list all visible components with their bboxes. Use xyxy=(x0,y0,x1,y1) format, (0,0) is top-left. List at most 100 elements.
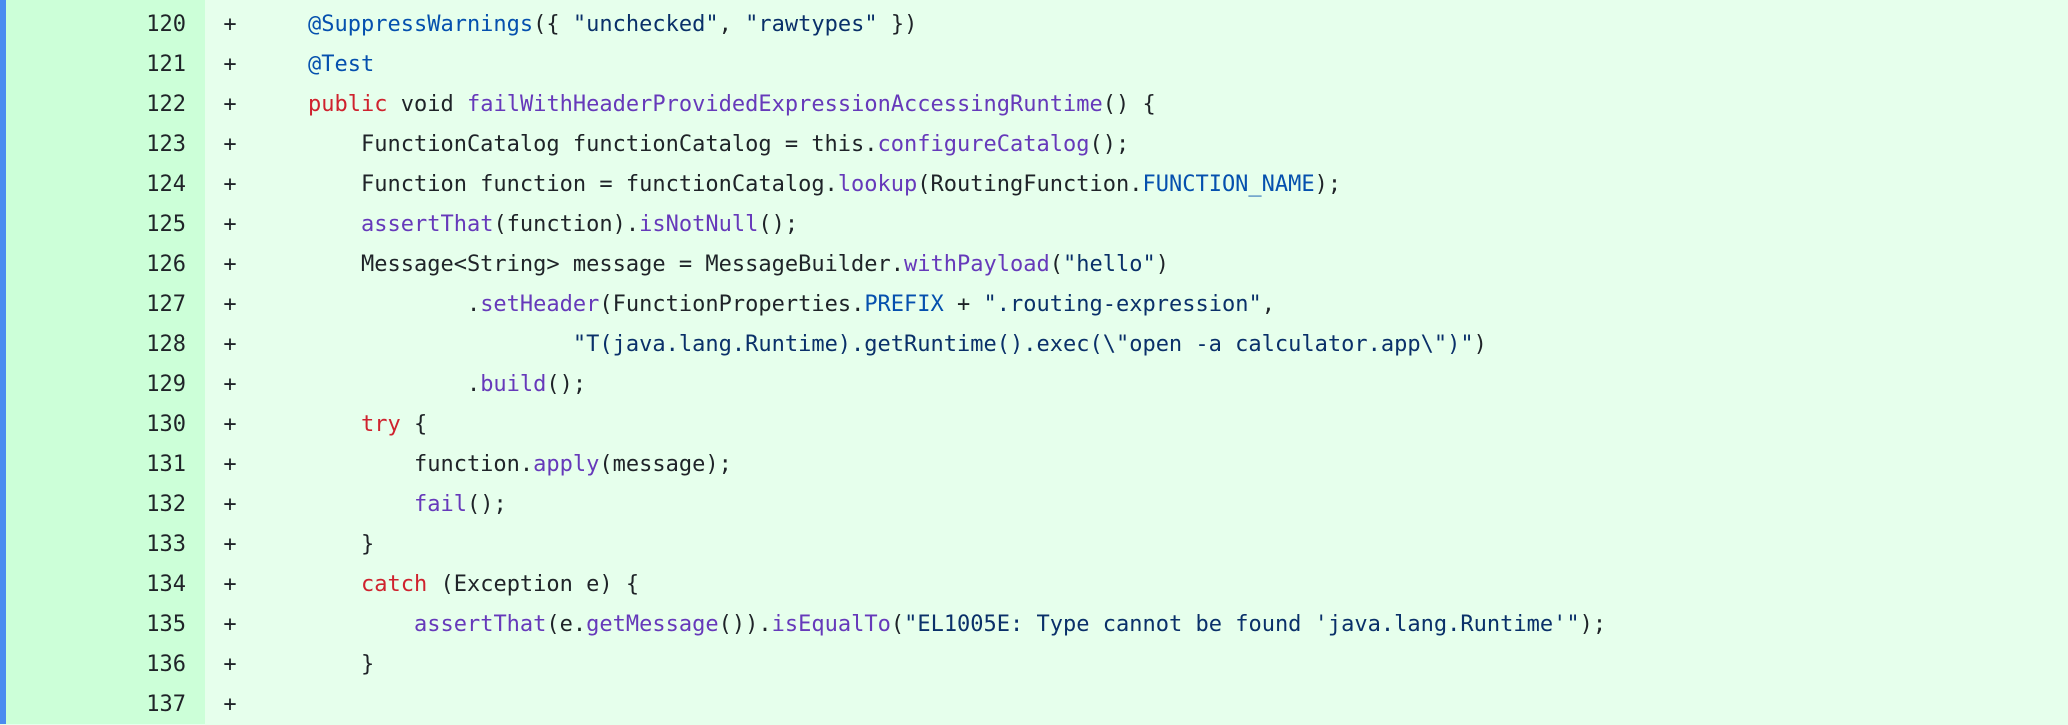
code-token: lookup xyxy=(837,172,918,197)
line-number[interactable]: 131 xyxy=(6,445,186,485)
added-line-marker: + xyxy=(223,612,237,637)
code-content: fail(); xyxy=(308,485,507,525)
code-token: failWithHeaderProvidedExpressionAccessin… xyxy=(466,92,1103,117)
added-line-marker: + xyxy=(223,412,237,437)
code-token: PREFIX xyxy=(864,292,944,317)
code-token: (message); xyxy=(599,452,732,477)
code-token: build xyxy=(480,372,547,397)
line-number[interactable]: 130 xyxy=(6,405,186,445)
line-number[interactable]: 123 xyxy=(6,125,186,165)
line-number[interactable]: 132 xyxy=(6,485,186,525)
code-token: "hello" xyxy=(1062,252,1156,277)
line-number[interactable]: 137 xyxy=(6,685,186,725)
code-token: isNotNull xyxy=(639,212,759,237)
code-token: (RoutingFunction. xyxy=(917,172,1143,197)
line-number[interactable]: 126 xyxy=(6,245,186,285)
code-token: ( xyxy=(1049,252,1063,277)
code-content: public void failWithHeaderProvidedExpres… xyxy=(308,85,1156,125)
code-token: function. xyxy=(308,452,534,477)
code-content: try { xyxy=(308,405,427,445)
code-token: Message<String> message = MessageBuilder… xyxy=(308,252,905,277)
added-line-marker: + xyxy=(223,132,237,157)
line-number[interactable]: 129 xyxy=(6,365,186,405)
added-line-marker: + xyxy=(223,52,237,77)
diff-line: 127 + .setHeader(FunctionProperties.PREFI… xyxy=(0,285,2068,325)
diff-line: 120 + @SuppressWarnings({ "unchecked", "ra… xyxy=(0,5,2068,45)
code-token: } xyxy=(308,532,375,557)
code-token: (FunctionProperties. xyxy=(599,292,865,317)
diff-line: 130 + try { xyxy=(0,405,2068,445)
added-line-marker: + xyxy=(223,332,237,357)
line-number[interactable]: 133 xyxy=(6,525,186,565)
added-line-marker: + xyxy=(223,372,237,397)
line-number[interactable]: 121 xyxy=(6,45,186,85)
code-token: . xyxy=(308,372,481,397)
line-number[interactable]: 124 xyxy=(6,165,186,205)
added-line-marker: + xyxy=(223,172,237,197)
line-number[interactable]: 125 xyxy=(6,205,186,245)
added-line-marker: + xyxy=(223,92,237,117)
code-token: , xyxy=(1261,292,1275,317)
code-token: }) xyxy=(877,12,918,37)
code-token: (function). xyxy=(493,212,640,237)
line-number[interactable]: 127 xyxy=(6,285,186,325)
diff-view: 120 + @SuppressWarnings({ "unchecked", "ra… xyxy=(0,0,2068,724)
added-line-marker: + xyxy=(223,572,237,597)
diff-line: 126 + Message<String> message = MessageBu… xyxy=(0,245,2068,285)
code-token: ".routing-expression" xyxy=(983,292,1262,317)
code-content: "T(java.lang.Runtime).getRuntime().exec(… xyxy=(308,325,1487,365)
code-token: (e. xyxy=(546,612,587,637)
code-token: + xyxy=(943,292,984,317)
code-content: } xyxy=(308,525,374,565)
code-token: } xyxy=(308,652,375,677)
code-token: configureCatalog xyxy=(877,132,1090,157)
code-token: { xyxy=(400,412,428,437)
code-token: getMessage xyxy=(586,612,719,637)
code-content: assertThat(e.getMessage()).isEqualTo("EL… xyxy=(308,605,1606,645)
diff-line: 133 + } xyxy=(0,525,2068,565)
code-token: "unchecked" xyxy=(572,12,719,37)
added-line-marker: + xyxy=(223,212,237,237)
added-line-marker: + xyxy=(223,652,237,677)
code-token: (); xyxy=(546,372,587,397)
added-line-marker: + xyxy=(223,492,237,517)
code-content: .setHeader(FunctionProperties.PREFIX + "… xyxy=(308,285,1275,325)
line-number[interactable]: 122 xyxy=(6,85,186,125)
code-token: setHeader xyxy=(480,292,600,317)
added-line-marker: + xyxy=(223,452,237,477)
code-token: ); xyxy=(1314,172,1342,197)
code-content: catch (Exception e) { xyxy=(308,565,639,605)
code-token: ) xyxy=(1155,252,1169,277)
added-line-marker: + xyxy=(223,292,237,317)
code-token: ( xyxy=(890,612,905,637)
code-token: (Exception e) { xyxy=(427,572,640,597)
line-number[interactable]: 135 xyxy=(6,605,186,645)
code-content: assertThat(function).isNotNull(); xyxy=(308,205,798,245)
line-number[interactable]: 128 xyxy=(6,325,186,365)
code-token: apply xyxy=(533,452,600,477)
diff-line: 124 + Function function = functionCatalog… xyxy=(0,165,2068,205)
diff-line: 122 + public void failWithHeaderProvidedEx… xyxy=(0,85,2068,125)
code-token: assertThat xyxy=(360,212,494,237)
diff-line: 135 + assertThat(e.getMessage()).isEqualT… xyxy=(0,605,2068,645)
added-line-marker: + xyxy=(223,12,237,37)
code-content: .build(); xyxy=(308,365,586,405)
diff-line: 136 + } xyxy=(0,645,2068,685)
line-number[interactable]: 134 xyxy=(6,565,186,605)
line-number[interactable]: 120 xyxy=(6,5,186,45)
code-content: @SuppressWarnings({ "unchecked", "rawtyp… xyxy=(308,5,917,45)
diff-line: 137 + xyxy=(0,685,2068,725)
code-content: function.apply(message); xyxy=(308,445,732,485)
code-token: assertThat xyxy=(413,612,547,637)
diff-line: 129 + .build(); xyxy=(0,365,2068,405)
diff-line: 128 + "T(java.lang.Runtime).getRuntime().… xyxy=(0,325,2068,365)
code-token: try xyxy=(360,412,401,437)
line-number[interactable]: 136 xyxy=(6,645,186,685)
code-token: . xyxy=(308,292,481,317)
code-token: ({ xyxy=(533,12,573,37)
